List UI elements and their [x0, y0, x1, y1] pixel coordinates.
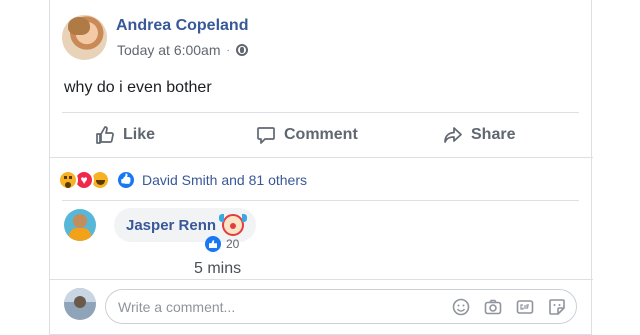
meta-separator: · — [226, 44, 230, 56]
speech-bubble-icon — [257, 127, 275, 144]
post-meta: Today at 6:00am · — [117, 42, 248, 58]
comment-button[interactable]: Comment — [256, 113, 358, 157]
post-card: Andrea Copeland Today at 6:00am · why do… — [49, 0, 593, 335]
like-reaction-icon — [116, 170, 136, 190]
divider — [50, 157, 593, 158]
comment-timestamp[interactable]: 5 mins — [194, 260, 241, 278]
clown-face-icon — [219, 214, 248, 236]
action-bar: Like Comment Share — [50, 113, 593, 157]
share-label: Share — [471, 126, 516, 143]
composer-icons — [452, 298, 566, 316]
post-timestamp[interactable]: Today at 6:00am — [117, 42, 221, 58]
share-button[interactable]: Share — [443, 113, 515, 157]
like-badge-icon — [205, 236, 221, 252]
current-user-avatar — [64, 288, 96, 320]
commenter-name[interactable]: Jasper Renn — [126, 217, 216, 234]
globe-icon[interactable] — [235, 44, 248, 56]
reactions-row[interactable]: David Smith and 81 others — [58, 169, 307, 191]
author-avatar[interactable] — [62, 15, 107, 60]
divider — [62, 200, 579, 201]
like-button[interactable]: Like — [95, 113, 155, 157]
author-name[interactable]: Andrea Copeland — [116, 17, 248, 35]
share-arrow-icon — [444, 127, 462, 143]
comment-label: Comment — [284, 126, 358, 143]
wow-reaction-icon — [58, 170, 78, 190]
emoji-icon[interactable] — [452, 298, 470, 316]
reactions-summary[interactable]: David Smith and 81 others — [142, 172, 307, 188]
comment-like-count: 20 — [226, 237, 240, 251]
comment-composer — [105, 289, 577, 324]
like-label: Like — [123, 126, 156, 143]
divider — [50, 279, 593, 280]
comment-reactions[interactable]: 20 — [205, 236, 239, 252]
gif-icon[interactable] — [516, 298, 534, 316]
comment-input[interactable] — [118, 290, 448, 323]
sticker-icon[interactable] — [548, 298, 566, 316]
commenter-avatar[interactable] — [64, 209, 96, 241]
thumbs-up-icon — [96, 126, 114, 144]
camera-icon[interactable] — [484, 298, 502, 316]
post-text: why do i even bother — [64, 79, 212, 96]
